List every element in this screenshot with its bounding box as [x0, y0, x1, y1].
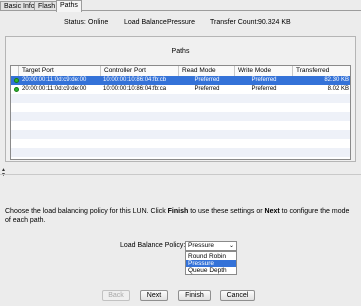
read-mode-cell: Preferred	[194, 77, 220, 83]
splitter-arrows-icon[interactable]: ▲ ▼	[1, 168, 6, 178]
column-header-write-mode[interactable]: Write Mode	[235, 66, 293, 76]
next-button[interactable]: Next	[140, 290, 168, 301]
status-label: Status:	[64, 19, 86, 26]
column-header-read-mode[interactable]: Read Mode	[179, 66, 235, 76]
column-header-transferred[interactable]: Transferred	[293, 66, 350, 76]
read-mode-cell: Preferred	[194, 86, 220, 92]
empty-table-row	[11, 94, 350, 103]
policy-option-round-robin[interactable]: Round Robin	[186, 253, 236, 260]
target-port-cell: 20:00:00:11:0d:c9:de:00	[22, 86, 87, 92]
empty-table-row	[11, 121, 350, 130]
paths-table[interactable]: Target Port Controller Port Read Mode Wr…	[10, 65, 351, 160]
section-divider	[0, 174, 361, 175]
policy-selected-value: Pressure	[188, 242, 215, 249]
empty-table-row	[11, 112, 350, 121]
column-header-target-port[interactable]: Target Port	[19, 66, 101, 76]
next-emphasis: Next	[264, 208, 280, 215]
tab-divider	[0, 10, 361, 11]
finish-button[interactable]: Finish	[178, 290, 211, 301]
controller-port-cell: 10:00:00:10:86:04:fb:cb	[103, 77, 167, 83]
load-balance-policy-options[interactable]: Round Robin Pressure Queue Depth	[185, 251, 237, 275]
empty-table-row	[11, 139, 350, 148]
tab-paths[interactable]: Paths	[56, 0, 82, 12]
load-balance-policy-label: Load Balance Policy:	[120, 242, 186, 249]
cancel-button[interactable]: Cancel	[220, 290, 255, 301]
write-mode-cell: Preferred	[251, 86, 277, 92]
table-row[interactable]: 20:00:00:11:0d:c9:de:00 10:00:00:10:86:0…	[11, 85, 350, 94]
status-value: Online	[88, 19, 109, 26]
path-online-icon	[14, 87, 19, 92]
transfer-count-value: 90.324 KB	[258, 19, 291, 26]
empty-table-row	[11, 103, 350, 112]
transfer-count-label: Transfer Count:	[210, 19, 259, 26]
transferred-cell: 82.30 KB	[324, 77, 349, 83]
chevron-down-icon: ⌄	[228, 243, 234, 249]
back-button[interactable]: Back	[102, 290, 130, 301]
load-balance-label: Load Balance:	[124, 19, 169, 26]
instruction-text: Choose the load balancing policy for thi…	[5, 208, 350, 224]
paths-title: Paths	[171, 48, 190, 55]
controller-port-cell: 10:00:00:10:86:04:fb:ca	[103, 86, 167, 92]
policy-option-pressure[interactable]: Pressure	[186, 260, 236, 267]
column-header-controller-port[interactable]: Controller Port	[101, 66, 179, 76]
load-balance-value: Pressure	[167, 19, 196, 26]
transferred-cell: 8.02 KB	[327, 86, 349, 92]
panel-splitter[interactable]	[0, 169, 361, 173]
empty-table-row	[11, 148, 350, 157]
paths-panel: Paths Target Port Controller Port Read M…	[5, 36, 356, 162]
write-mode-cell: Preferred	[251, 77, 277, 83]
table-row[interactable]: 20:00:00:11:0d:c9:de:00 10:00:00:10:86:0…	[11, 76, 350, 85]
empty-table-row	[11, 130, 350, 139]
policy-option-queue-depth[interactable]: Queue Depth	[186, 267, 236, 274]
status-column-header[interactable]	[11, 66, 19, 76]
finish-emphasis: Finish	[167, 208, 189, 215]
target-port-cell: 20:00:00:11:0d:c9:de:00	[22, 77, 87, 83]
load-balance-policy-select[interactable]: Pressure ⌄	[185, 241, 237, 251]
path-online-icon	[14, 78, 19, 83]
